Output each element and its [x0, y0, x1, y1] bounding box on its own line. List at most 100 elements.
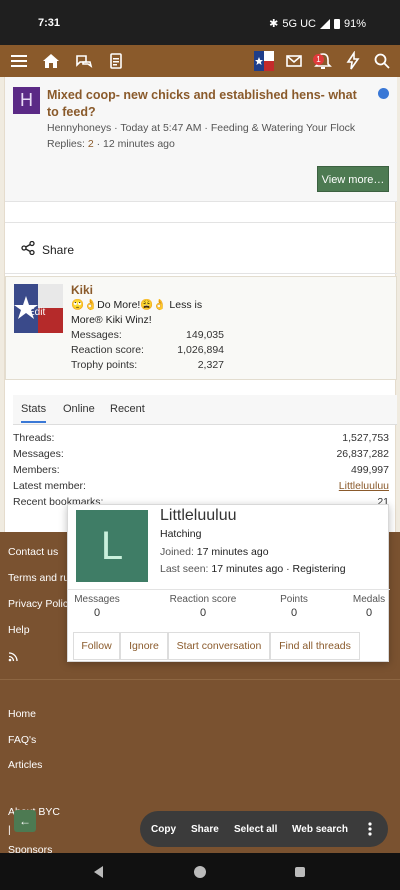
stats-tabs: Stats Online Recent: [13, 395, 397, 425]
thread-item[interactable]: H Mixed coop- new chicks and established…: [5, 77, 397, 202]
popup-username[interactable]: Littleluuluu: [160, 507, 237, 525]
footer-link-contact[interactable]: Contact us: [8, 546, 58, 558]
reaction-value: 1,026,894: [177, 344, 224, 356]
start-conversation-button[interactable]: Start conversation: [168, 632, 270, 660]
stat-label: Messages:: [13, 448, 64, 460]
stat-label: Points: [280, 594, 308, 605]
thread-title[interactable]: Mixed coop- new chicks and established h…: [47, 87, 357, 121]
main-content: H Mixed coop- new chicks and established…: [4, 77, 397, 532]
edit-avatar-link[interactable]: Edit: [28, 307, 45, 318]
footer-divider: [0, 679, 400, 680]
select-all-button[interactable]: Select all: [234, 824, 277, 835]
popup-avatar[interactable]: L: [76, 510, 148, 582]
home-nav-icon[interactable]: [193, 865, 207, 879]
stat-value: 0: [199, 607, 207, 619]
footer-link-help[interactable]: Help: [8, 624, 30, 636]
battery-label: 91%: [343, 17, 366, 30]
last-seen-label: Last seen:: [160, 563, 209, 575]
more-options-icon[interactable]: [368, 822, 372, 836]
replies-time: · 12 minutes ago: [96, 138, 175, 150]
member-card: Edit Kiki 🙄👌Do More!😩👌 Less is More® Kik…: [5, 276, 397, 380]
stat-row-messages: Messages: 26,837,282: [13, 448, 389, 460]
stat-value: 26,837,282: [336, 448, 389, 460]
chat-icon[interactable]: [74, 51, 94, 71]
tab-recent[interactable]: Recent: [110, 403, 145, 415]
view-more-button[interactable]: View more…: [317, 166, 389, 192]
status-bar: 7:31 ✱ 5G UC 91%: [0, 0, 400, 45]
share-row[interactable]: Share: [5, 222, 397, 274]
signal-icon: [319, 18, 330, 29]
like-icon: [378, 88, 389, 99]
popup-joined: Joined: 17 minutes ago: [160, 546, 269, 558]
popup-rank: Hatching: [160, 528, 202, 540]
footer-link-articles[interactable]: Articles: [8, 759, 42, 771]
messages-value: 149,035: [186, 329, 224, 341]
share-text-button[interactable]: Share: [191, 824, 219, 835]
member-trophy: Trophy points: 2,327: [71, 359, 224, 371]
trophy-value: 2,327: [197, 359, 224, 371]
back-arrow-icon[interactable]: ←: [14, 810, 36, 832]
ignore-button[interactable]: Ignore: [120, 632, 168, 660]
document-icon[interactable]: [106, 51, 126, 71]
stat-row-members: Members: 499,997: [13, 464, 389, 476]
last-seen-value: 17 minutes ago · Registering: [211, 563, 346, 575]
system-navigation-bar: [0, 853, 400, 890]
battery-icon: [333, 18, 340, 29]
footer-link-privacy[interactable]: Privacy Policy: [8, 598, 73, 610]
footer-link-home[interactable]: Home: [8, 708, 36, 720]
stat-label: Reaction score: [169, 594, 237, 605]
reaction-label: Reaction score:: [71, 344, 144, 356]
notification-badge: 1: [313, 54, 324, 65]
member-title: 🙄👌Do More!😩👌 Less is More® Kiki Winz!: [71, 299, 203, 326]
footer-separator: |: [8, 824, 11, 836]
messages-label: Messages:: [71, 329, 122, 341]
back-icon[interactable]: [92, 865, 106, 879]
status-icons: ✱ 5G UC 91%: [269, 17, 366, 31]
home-icon[interactable]: [41, 51, 61, 71]
popup-divider: [68, 589, 390, 590]
rss-icon[interactable]: [8, 652, 18, 662]
stat-label: Messages: [74, 594, 120, 605]
follow-button[interactable]: Follow: [73, 632, 120, 660]
find-all-threads-button[interactable]: Find all threads: [270, 632, 360, 660]
replies-count[interactable]: 2: [88, 138, 94, 150]
popup-stat-reaction: Reaction score 0: [163, 594, 243, 619]
search-icon[interactable]: [372, 51, 392, 71]
mail-icon[interactable]: [284, 51, 304, 71]
stat-row-threads: Threads: 1,527,753: [13, 432, 389, 444]
popup-stat-points: Points 0: [274, 594, 314, 619]
member-avatar[interactable]: Edit: [14, 284, 63, 333]
stat-row-latest-member: Latest member: Littleluuluu: [13, 480, 389, 492]
popup-stat-medals: Medals 0: [352, 594, 386, 619]
share-label: Share: [42, 243, 75, 257]
popup-stat-messages: Messages 0: [74, 594, 120, 619]
recents-icon[interactable]: [293, 865, 307, 879]
stat-label: Members:: [13, 464, 60, 476]
trophy-label: Trophy points:: [71, 359, 138, 371]
stat-value: 0: [93, 607, 101, 619]
web-search-button[interactable]: Web search: [292, 824, 348, 835]
stat-value: 499,997: [351, 464, 389, 476]
stat-value: 0: [290, 607, 298, 619]
member-name[interactable]: Kiki: [71, 283, 93, 297]
clock: 7:31: [38, 17, 61, 29]
joined-label: Joined:: [160, 546, 194, 558]
user-avatar-flag[interactable]: [254, 51, 274, 71]
stat-value: 0: [365, 607, 373, 619]
latest-member-link[interactable]: Littleluuluu: [339, 480, 389, 492]
network-label: 5G UC: [282, 17, 316, 30]
bolt-icon[interactable]: [343, 51, 363, 71]
thread-meta: Hennyhoneys · Today at 5:47 AM · Feeding…: [47, 122, 356, 134]
member-messages: Messages: 149,035: [71, 329, 224, 341]
replies-label: Replies:: [47, 138, 85, 150]
top-navbar: 1: [0, 45, 400, 77]
copy-button[interactable]: Copy: [151, 824, 176, 835]
tab-online[interactable]: Online: [63, 403, 95, 415]
thread-replies: Replies: 2 · 12 minutes ago: [47, 138, 175, 150]
member-reaction: Reaction score: 1,026,894: [71, 344, 224, 356]
footer-link-faq[interactable]: FAQ's: [8, 734, 36, 746]
tab-stats[interactable]: Stats: [21, 403, 47, 423]
menu-icon[interactable]: [9, 51, 29, 71]
thread-author-avatar[interactable]: H: [13, 87, 40, 114]
share-icon: [21, 241, 35, 255]
